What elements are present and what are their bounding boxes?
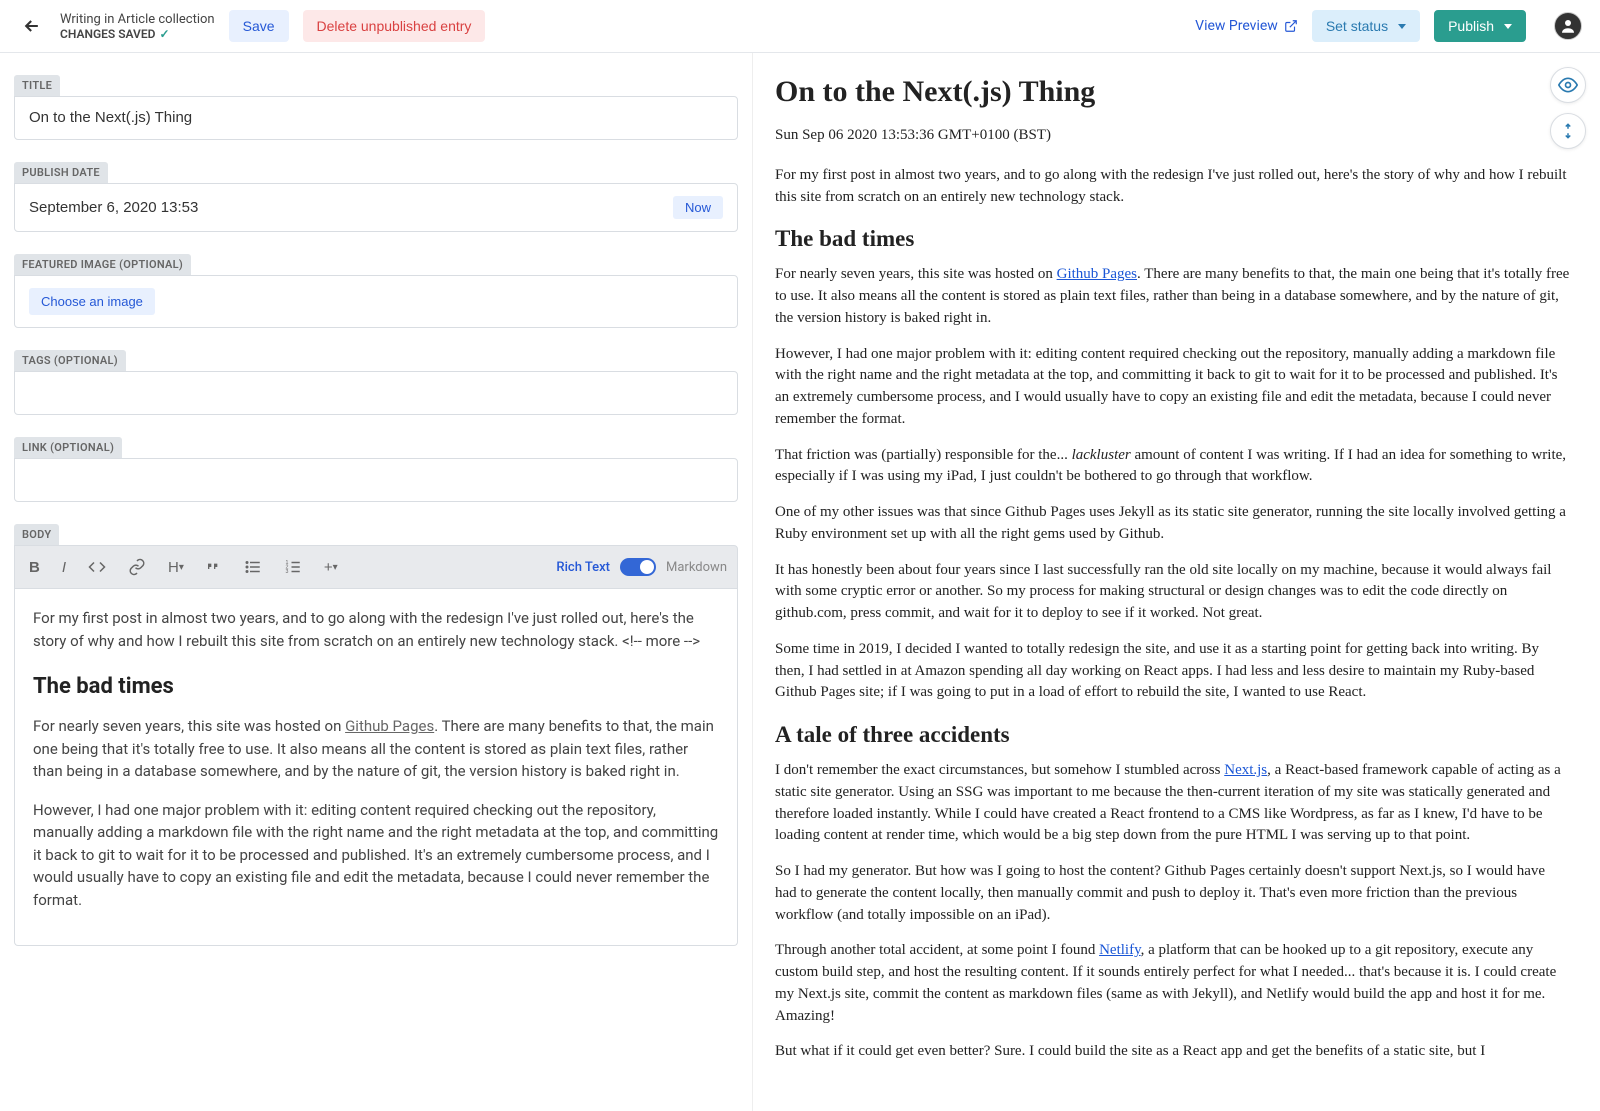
tags-label: TAGS (OPTIONAL) <box>14 350 126 371</box>
eye-icon <box>1558 75 1578 95</box>
body-toolbar: B I H▾ 123 <box>14 545 738 589</box>
now-button[interactable]: Now <box>673 196 723 219</box>
link-label: LINK (OPTIONAL) <box>14 437 122 458</box>
view-preview-link[interactable]: View Preview <box>1195 18 1298 34</box>
publish-date-input[interactable] <box>29 199 673 216</box>
save-button[interactable]: Save <box>229 10 289 42</box>
publish-button[interactable]: Publish <box>1434 10 1526 42</box>
body-field: BODY B I H▾ <box>14 524 738 946</box>
add-button[interactable]: +▾ <box>320 555 342 580</box>
featured-image-field: FEATURED IMAGE (OPTIONAL) Choose an imag… <box>14 254 738 328</box>
heading-button[interactable]: H▾ <box>164 555 188 580</box>
numbered-list-icon: 123 <box>284 558 302 576</box>
code-button[interactable] <box>84 554 110 580</box>
bold-button[interactable]: B <box>25 555 44 580</box>
preview-paragraph: One of my other issues was that since Gi… <box>775 502 1570 546</box>
title-label: TITLE <box>14 75 60 96</box>
publish-date-field: PUBLISH DATE Now <box>14 162 738 232</box>
quote-icon <box>206 559 222 575</box>
preview-paragraph: I don't remember the exact circumstances… <box>775 760 1570 847</box>
back-button[interactable] <box>18 12 46 40</box>
numbered-list-button[interactable]: 123 <box>280 554 306 580</box>
preview-visibility-button[interactable] <box>1550 67 1586 103</box>
link-icon <box>128 558 146 576</box>
body-paragraph: However, I had one major problem with it… <box>33 799 719 912</box>
arrow-left-icon <box>22 16 42 36</box>
chevron-down-icon <box>1398 24 1406 29</box>
preview-link[interactable]: Netlify <box>1099 942 1141 958</box>
external-link-icon <box>1284 19 1298 33</box>
preview-paragraph: For my first post in almost two years, a… <box>775 165 1570 209</box>
tags-field: TAGS (OPTIONAL) <box>14 350 738 415</box>
body-paragraph: For my first post in almost two years, a… <box>33 607 719 652</box>
check-icon: ✓ <box>159 27 169 41</box>
preview-paragraph: For nearly seven years, this site was ho… <box>775 264 1570 329</box>
save-status: CHANGES SAVED ✓ <box>60 27 215 41</box>
preview-pane: On to the Next(.js) Thing Sun Sep 06 202… <box>752 53 1600 1111</box>
header-bar: Writing in Article collection CHANGES SA… <box>0 0 1600 53</box>
preview-date: Sun Sep 06 2020 13:53:36 GMT+0100 (BST) <box>775 125 1570 147</box>
bullet-list-button[interactable] <box>240 554 266 580</box>
sync-scroll-icon <box>1559 122 1577 140</box>
editor-mode-toggle[interactable] <box>620 558 656 576</box>
preview-link[interactable]: Next.js <box>1224 762 1267 778</box>
header-info: Writing in Article collection CHANGES SA… <box>60 12 215 41</box>
avatar[interactable] <box>1554 12 1582 40</box>
chevron-down-icon <box>1504 24 1512 29</box>
link-button[interactable] <box>124 554 150 580</box>
svg-text:3: 3 <box>285 569 288 575</box>
preview-paragraph: However, I had one major problem with it… <box>775 344 1570 431</box>
markdown-label: Markdown <box>666 560 727 575</box>
rich-text-label: Rich Text <box>556 560 610 575</box>
preview-paragraph: Some time in 2019, I decided I wanted to… <box>775 639 1570 704</box>
delete-button[interactable]: Delete unpublished entry <box>303 10 486 42</box>
preview-paragraph: It has honestly been about four years si… <box>775 560 1570 625</box>
body-editor[interactable]: For my first post in almost two years, a… <box>14 589 738 946</box>
preview-paragraph: But what if it could get even better? Su… <box>775 1041 1570 1063</box>
preview-link[interactable]: Github Pages <box>1057 266 1137 282</box>
body-link[interactable]: Github Pages <box>345 717 434 735</box>
body-paragraph: For nearly seven years, this site was ho… <box>33 715 719 783</box>
bullet-list-icon <box>244 558 262 576</box>
body-label: BODY <box>14 524 59 545</box>
preview-paragraph: That friction was (partially) responsibl… <box>775 445 1570 489</box>
preview-sync-button[interactable] <box>1550 113 1586 149</box>
title-input[interactable] <box>29 109 723 126</box>
publish-date-label: PUBLISH DATE <box>14 162 108 183</box>
preview-paragraph: Through another total accident, at some … <box>775 940 1570 1027</box>
italic-button[interactable]: I <box>58 555 70 580</box>
preview-heading: A tale of three accidents <box>775 722 1570 748</box>
tags-input[interactable] <box>29 384 723 401</box>
featured-image-label: FEATURED IMAGE (OPTIONAL) <box>14 254 191 275</box>
preview-paragraph: So I had my generator. But how was I goi… <box>775 861 1570 926</box>
title-field: TITLE <box>14 75 738 140</box>
quote-button[interactable] <box>202 555 226 579</box>
set-status-button[interactable]: Set status <box>1312 10 1420 42</box>
code-icon <box>88 558 106 576</box>
link-field: LINK (OPTIONAL) <box>14 437 738 502</box>
link-input[interactable] <box>29 471 723 488</box>
header-right: View Preview Set status Publish <box>1195 10 1582 42</box>
preview-title: On to the Next(.js) Thing <box>775 75 1570 109</box>
user-icon <box>1559 17 1577 35</box>
breadcrumb: Writing in Article collection <box>60 12 215 27</box>
choose-image-button[interactable]: Choose an image <box>29 288 155 315</box>
body-heading: The bad times <box>33 670 719 703</box>
preview-heading: The bad times <box>775 226 1570 252</box>
editor-pane: TITLE PUBLISH DATE Now FEATURED IMAGE (O… <box>0 53 752 1111</box>
